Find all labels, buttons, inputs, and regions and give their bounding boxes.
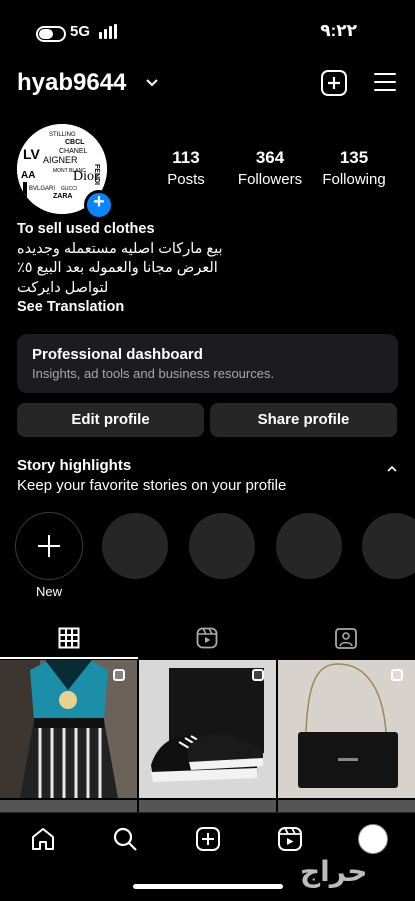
posts-count[interactable]: 113 Posts xyxy=(141,148,231,188)
create-icon[interactable] xyxy=(195,826,221,852)
watermark: حراج xyxy=(300,856,368,887)
edit-profile-button[interactable]: Edit profile xyxy=(17,403,204,437)
highlight-placeholder xyxy=(362,513,415,579)
search-icon[interactable] xyxy=(112,826,138,852)
status-bar: 5G ٩:٢٢ xyxy=(0,20,415,44)
highlight-placeholder xyxy=(102,513,168,579)
professional-dashboard-card[interactable]: Professional dashboard Insights, ad tool… xyxy=(17,334,398,393)
following-count[interactable]: 135 Following xyxy=(309,148,399,188)
svg-text:LV: LV xyxy=(23,146,41,162)
post-thumbnail[interactable] xyxy=(139,800,276,812)
chevron-up-icon[interactable] xyxy=(386,465,398,473)
see-translation-link[interactable]: See Translation xyxy=(17,298,397,318)
svg-text:AIGNER: AIGNER xyxy=(43,155,78,165)
carousel-icon xyxy=(113,669,125,681)
reels-icon[interactable] xyxy=(277,826,303,852)
svg-text:ZARA: ZARA xyxy=(53,193,72,200)
stat-value: 113 xyxy=(172,148,200,167)
bio-line: العرض مجانا والعموله بعد البيع ٥٪ xyxy=(17,260,218,276)
bio-line: لتواصل دايركت xyxy=(17,279,109,296)
dashboard-subtitle: Insights, ad tools and business resource… xyxy=(32,366,275,381)
post-thumbnail[interactable] xyxy=(0,800,137,812)
bio-line: بيع ماركات اصليه مستعمله وجديده xyxy=(17,240,223,257)
home-indicator xyxy=(133,884,283,889)
share-profile-button[interactable]: Share profile xyxy=(210,403,397,437)
profile-avatar[interactable] xyxy=(358,824,388,854)
network-type: 5G xyxy=(70,23,91,40)
svg-text:FENDI: FENDI xyxy=(93,164,100,185)
clock: ٩:٢٢ xyxy=(320,21,357,40)
new-highlight-button[interactable] xyxy=(15,512,83,580)
svg-text:CBCL: CBCL xyxy=(65,139,85,146)
stat-value: 364 xyxy=(255,148,285,167)
highlights-title: Story highlights xyxy=(17,457,132,474)
carousel-icon xyxy=(252,669,264,681)
active-tab-indicator xyxy=(0,657,138,659)
grid-icon xyxy=(58,627,80,649)
bio: To sell used clothes بيع ماركات اصليه مس… xyxy=(17,220,397,318)
stat-label: Following xyxy=(322,171,386,188)
svg-text:GUCCI: GUCCI xyxy=(61,186,77,192)
new-highlight-label: New xyxy=(35,584,62,599)
profile-name: To sell used clothes xyxy=(17,221,155,237)
svg-text:STILLING: STILLING xyxy=(49,132,76,138)
add-story-button[interactable] xyxy=(84,190,114,220)
highlights-subtitle: Keep your favorite stories on your profi… xyxy=(17,477,287,494)
signal-icon xyxy=(99,24,119,39)
plus-icon xyxy=(328,77,340,89)
svg-text:CHANEL: CHANEL xyxy=(59,148,88,155)
tab-reels[interactable] xyxy=(138,622,276,659)
dashboard-title: Professional dashboard xyxy=(32,346,203,363)
stat-label: Posts xyxy=(167,171,205,188)
tab-tagged[interactable] xyxy=(277,622,415,659)
home-icon[interactable] xyxy=(30,826,56,852)
svg-text:AA: AA xyxy=(21,170,35,181)
highlight-placeholder xyxy=(276,513,342,579)
create-post-button[interactable] xyxy=(321,70,347,96)
followers-count[interactable]: 364 Followers xyxy=(225,148,315,188)
stat-label: Followers xyxy=(237,171,303,188)
tagged-icon xyxy=(335,628,357,649)
tab-posts-grid[interactable] xyxy=(0,622,138,659)
account-switcher[interactable]: hyab9644 xyxy=(17,69,126,97)
carousel-icon xyxy=(391,669,403,681)
reels-icon xyxy=(196,627,218,649)
chevron-down-icon[interactable] xyxy=(145,75,159,89)
post-thumbnail[interactable] xyxy=(278,800,415,812)
highlight-placeholder xyxy=(189,513,255,579)
stat-value: 135 xyxy=(339,148,369,167)
svg-text:BVLGARI: BVLGARI xyxy=(29,186,55,192)
toggle-icon xyxy=(36,26,66,42)
menu-button[interactable] xyxy=(374,72,396,92)
